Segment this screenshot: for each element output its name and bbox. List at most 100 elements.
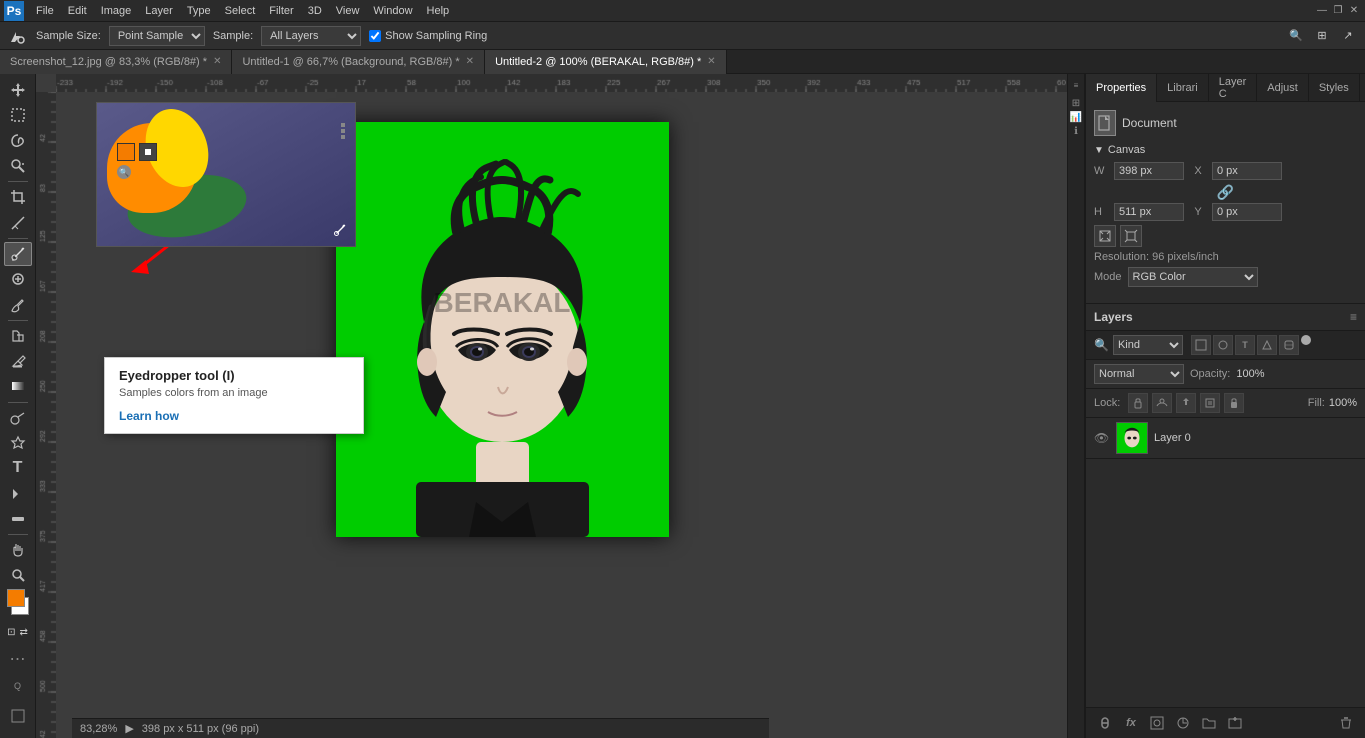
panel-options-btn[interactable]: ≡: [1069, 78, 1083, 92]
search-icon[interactable]: 🔍: [1285, 25, 1307, 47]
tool-crop[interactable]: [4, 185, 32, 209]
sample-select[interactable]: All Layers: [261, 26, 361, 46]
tool-brush[interactable]: [4, 293, 32, 317]
layer-item-layer0[interactable]: 👁 Layer 0: [1086, 418, 1365, 459]
panel-tab-layer-comps[interactable]: Layer C: [1209, 74, 1258, 102]
layer-visibility-icon[interactable]: 👁: [1094, 431, 1110, 445]
delete-layer-btn[interactable]: [1335, 712, 1357, 734]
height-input[interactable]: [1114, 203, 1184, 221]
fit-canvas-icon2[interactable]: [1120, 225, 1142, 247]
tool-text[interactable]: T: [4, 456, 32, 480]
maximize-button[interactable]: ❐: [1331, 4, 1345, 18]
menu-help[interactable]: Help: [421, 3, 456, 19]
tool-screen-mode[interactable]: [4, 702, 32, 730]
add-style-btn[interactable]: fx: [1120, 712, 1142, 734]
filter-shape-icon[interactable]: [1257, 335, 1277, 355]
layers-menu-icon[interactable]: ≡: [1350, 310, 1357, 324]
resolution-text: Resolution: 96 pixels/inch: [1094, 251, 1357, 263]
panel-menu-btn[interactable]: ≡: [1360, 74, 1365, 101]
menu-layer[interactable]: Layer: [139, 3, 179, 19]
tool-extras[interactable]: ⋯: [4, 647, 32, 671]
filter-smartobj-icon[interactable]: [1279, 335, 1299, 355]
canvas-section-title[interactable]: ▼ Canvas: [1094, 144, 1357, 156]
show-sampling-ring-checkbox[interactable]: [369, 30, 381, 42]
eyedropper-tooltip: Eyedropper tool (I) Samples colors from …: [104, 357, 364, 434]
main-area: T ⊡ ⇄ ⋯ Q: [0, 74, 1365, 738]
lock-transparent-btn[interactable]: [1128, 393, 1148, 413]
tool-clone[interactable]: [4, 324, 32, 348]
menu-filter[interactable]: Filter: [263, 3, 299, 19]
lock-all-btn[interactable]: [1224, 393, 1244, 413]
menu-window[interactable]: Window: [367, 3, 418, 19]
tool-lasso[interactable]: [4, 129, 32, 153]
close-tab-untitled2[interactable]: ✕: [707, 56, 715, 67]
arrange-icon[interactable]: ⊞: [1311, 25, 1333, 47]
document-dimensions: 398 px x 511 px (96 ppi): [142, 723, 259, 735]
tool-hand[interactable]: [4, 538, 32, 562]
y-input[interactable]: [1212, 203, 1282, 221]
layers-filter-select[interactable]: Kind: [1113, 335, 1183, 355]
menu-select[interactable]: Select: [219, 3, 262, 19]
close-tab-screenshot[interactable]: ✕: [213, 56, 221, 67]
tab-untitled1[interactable]: Untitled-1 @ 66,7% (Background, RGB/8#) …: [232, 50, 485, 74]
reset-colors-icon[interactable]: ⊡: [7, 627, 15, 638]
add-mask-btn[interactable]: [1146, 712, 1168, 734]
foreground-color-swatch[interactable]: [7, 589, 25, 607]
menu-edit[interactable]: Edit: [62, 3, 93, 19]
add-group-btn[interactable]: [1198, 712, 1220, 734]
panel-tab-adjustments[interactable]: Adjust: [1257, 74, 1309, 102]
tab-screenshot[interactable]: Screenshot_12.jpg @ 83,3% (RGB/8#) * ✕: [0, 50, 232, 74]
lock-proportions-icon[interactable]: 🔗: [1217, 184, 1234, 201]
menu-type[interactable]: Type: [181, 3, 217, 19]
tool-mode-icon[interactable]: Q: [4, 672, 32, 700]
tool-zoom[interactable]: [4, 563, 32, 587]
tab-untitled2[interactable]: Untitled-2 @ 100% (BERAKAL, RGB/8#) * ✕: [485, 50, 727, 74]
filter-pixel-icon[interactable]: [1191, 335, 1211, 355]
tool-pen[interactable]: [4, 431, 32, 455]
filter-type-icon[interactable]: T: [1235, 335, 1255, 355]
tool-gradient[interactable]: [4, 374, 32, 398]
tool-quick-select[interactable]: [4, 154, 32, 178]
menu-3d[interactable]: 3D: [302, 3, 328, 19]
close-button[interactable]: ✕: [1347, 4, 1361, 18]
panel-tab-libraries[interactable]: Librari: [1157, 74, 1209, 102]
blend-mode-select[interactable]: Normal: [1094, 364, 1184, 384]
link-layers-btn[interactable]: [1094, 712, 1116, 734]
lock-position-btn[interactable]: [1176, 393, 1196, 413]
histogram-btn[interactable]: 📊: [1069, 110, 1083, 124]
fit-canvas-icon1[interactable]: [1094, 225, 1116, 247]
panel-tab-styles[interactable]: Styles: [1309, 74, 1360, 102]
filter-adjustment-icon[interactable]: [1213, 335, 1233, 355]
x-input[interactable]: [1212, 162, 1282, 180]
minimize-button[interactable]: —: [1315, 4, 1329, 18]
tooltip-learn-link[interactable]: Learn how: [119, 409, 349, 423]
lock-image-btn[interactable]: [1152, 393, 1172, 413]
tool-spot-heal[interactable]: [4, 267, 32, 291]
tool-dodge[interactable]: [4, 406, 32, 430]
add-adjustment-btn[interactable]: [1172, 712, 1194, 734]
tool-eyedropper[interactable]: [4, 242, 32, 267]
tool-rect-select[interactable]: [4, 103, 32, 127]
menu-file[interactable]: File: [30, 3, 60, 19]
lock-artboard-btn[interactable]: [1200, 393, 1220, 413]
menu-image[interactable]: Image: [95, 3, 138, 19]
canvas-container[interactable]: 🔍 Eyedropper tool (I): [56, 92, 1067, 718]
tool-measure[interactable]: [4, 210, 32, 234]
info-btn[interactable]: ℹ: [1069, 124, 1083, 138]
close-tab-untitled1[interactable]: ✕: [466, 56, 474, 67]
mode-select[interactable]: RGB Color: [1128, 267, 1258, 287]
tool-shape[interactable]: [4, 507, 32, 531]
fill-label: Fill:: [1308, 397, 1325, 409]
tool-move[interactable]: [4, 78, 32, 102]
panel-tab-properties[interactable]: Properties: [1086, 74, 1157, 102]
layer-comps-btn[interactable]: ⊞: [1069, 96, 1083, 110]
filter-active-dot[interactable]: [1301, 335, 1311, 345]
add-layer-btn[interactable]: [1224, 712, 1246, 734]
sample-size-select[interactable]: Point Sample: [109, 26, 205, 46]
menu-view[interactable]: View: [330, 3, 366, 19]
share-icon[interactable]: ↗: [1337, 25, 1359, 47]
swap-colors-icon[interactable]: ⇄: [20, 627, 28, 638]
width-input[interactable]: [1114, 162, 1184, 180]
tool-eraser[interactable]: [4, 349, 32, 373]
tool-path-select[interactable]: [4, 481, 32, 505]
